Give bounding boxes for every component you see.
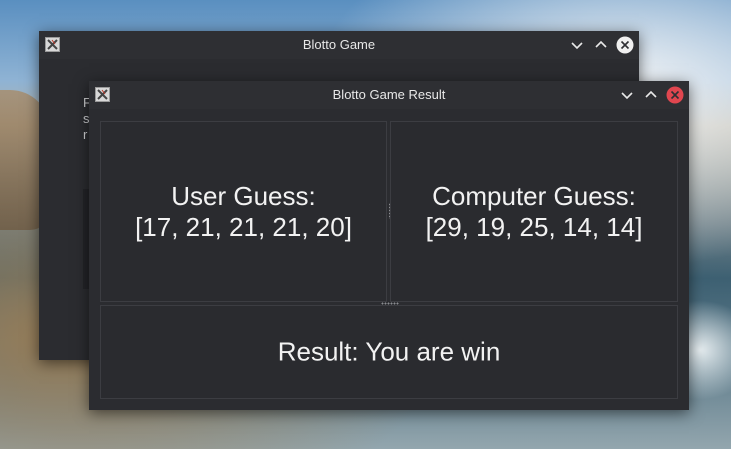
result-window-title: Blotto Game Result <box>332 87 446 102</box>
back-window-title: Blotto Game <box>302 37 376 52</box>
close-button[interactable] <box>666 86 684 104</box>
minimize-icon <box>621 92 633 100</box>
computer-guess-values: [29, 19, 25, 14, 14] <box>425 211 643 242</box>
back-window-titlebar[interactable]: Blotto Game <box>39 31 639 59</box>
result-panel: Result: You are win <box>100 305 678 399</box>
user-guess-label: User Guess: <box>171 180 316 211</box>
close-button[interactable] <box>616 36 634 54</box>
computer-guess-label: Computer Guess: <box>432 180 636 211</box>
result-text: Result: You are win <box>277 336 501 367</box>
maximize-icon <box>595 40 607 48</box>
user-guess-values: [17, 21, 21, 21, 20] <box>135 211 352 242</box>
user-guess-panel: User Guess: [17, 21, 21, 21, 20] <box>100 121 387 302</box>
minimize-button[interactable] <box>618 86 636 104</box>
blotto-game-result-window[interactable]: Blotto Game Result User Guess: [17, 21, … <box>89 81 689 410</box>
computer-guess-panel: Computer Guess: [29, 19, 25, 14, 14] <box>390 121 678 302</box>
minimize-icon <box>571 42 583 50</box>
close-icon <box>616 36 634 54</box>
maximize-icon <box>645 90 657 98</box>
maximize-button[interactable] <box>592 36 610 54</box>
maximize-button[interactable] <box>642 86 660 104</box>
desktop-background: Blotto Game F s r Blotto Game Result Use… <box>0 0 731 449</box>
close-icon <box>666 86 684 104</box>
minimize-button[interactable] <box>568 36 586 54</box>
result-window-titlebar[interactable]: Blotto Game Result <box>89 81 689 109</box>
